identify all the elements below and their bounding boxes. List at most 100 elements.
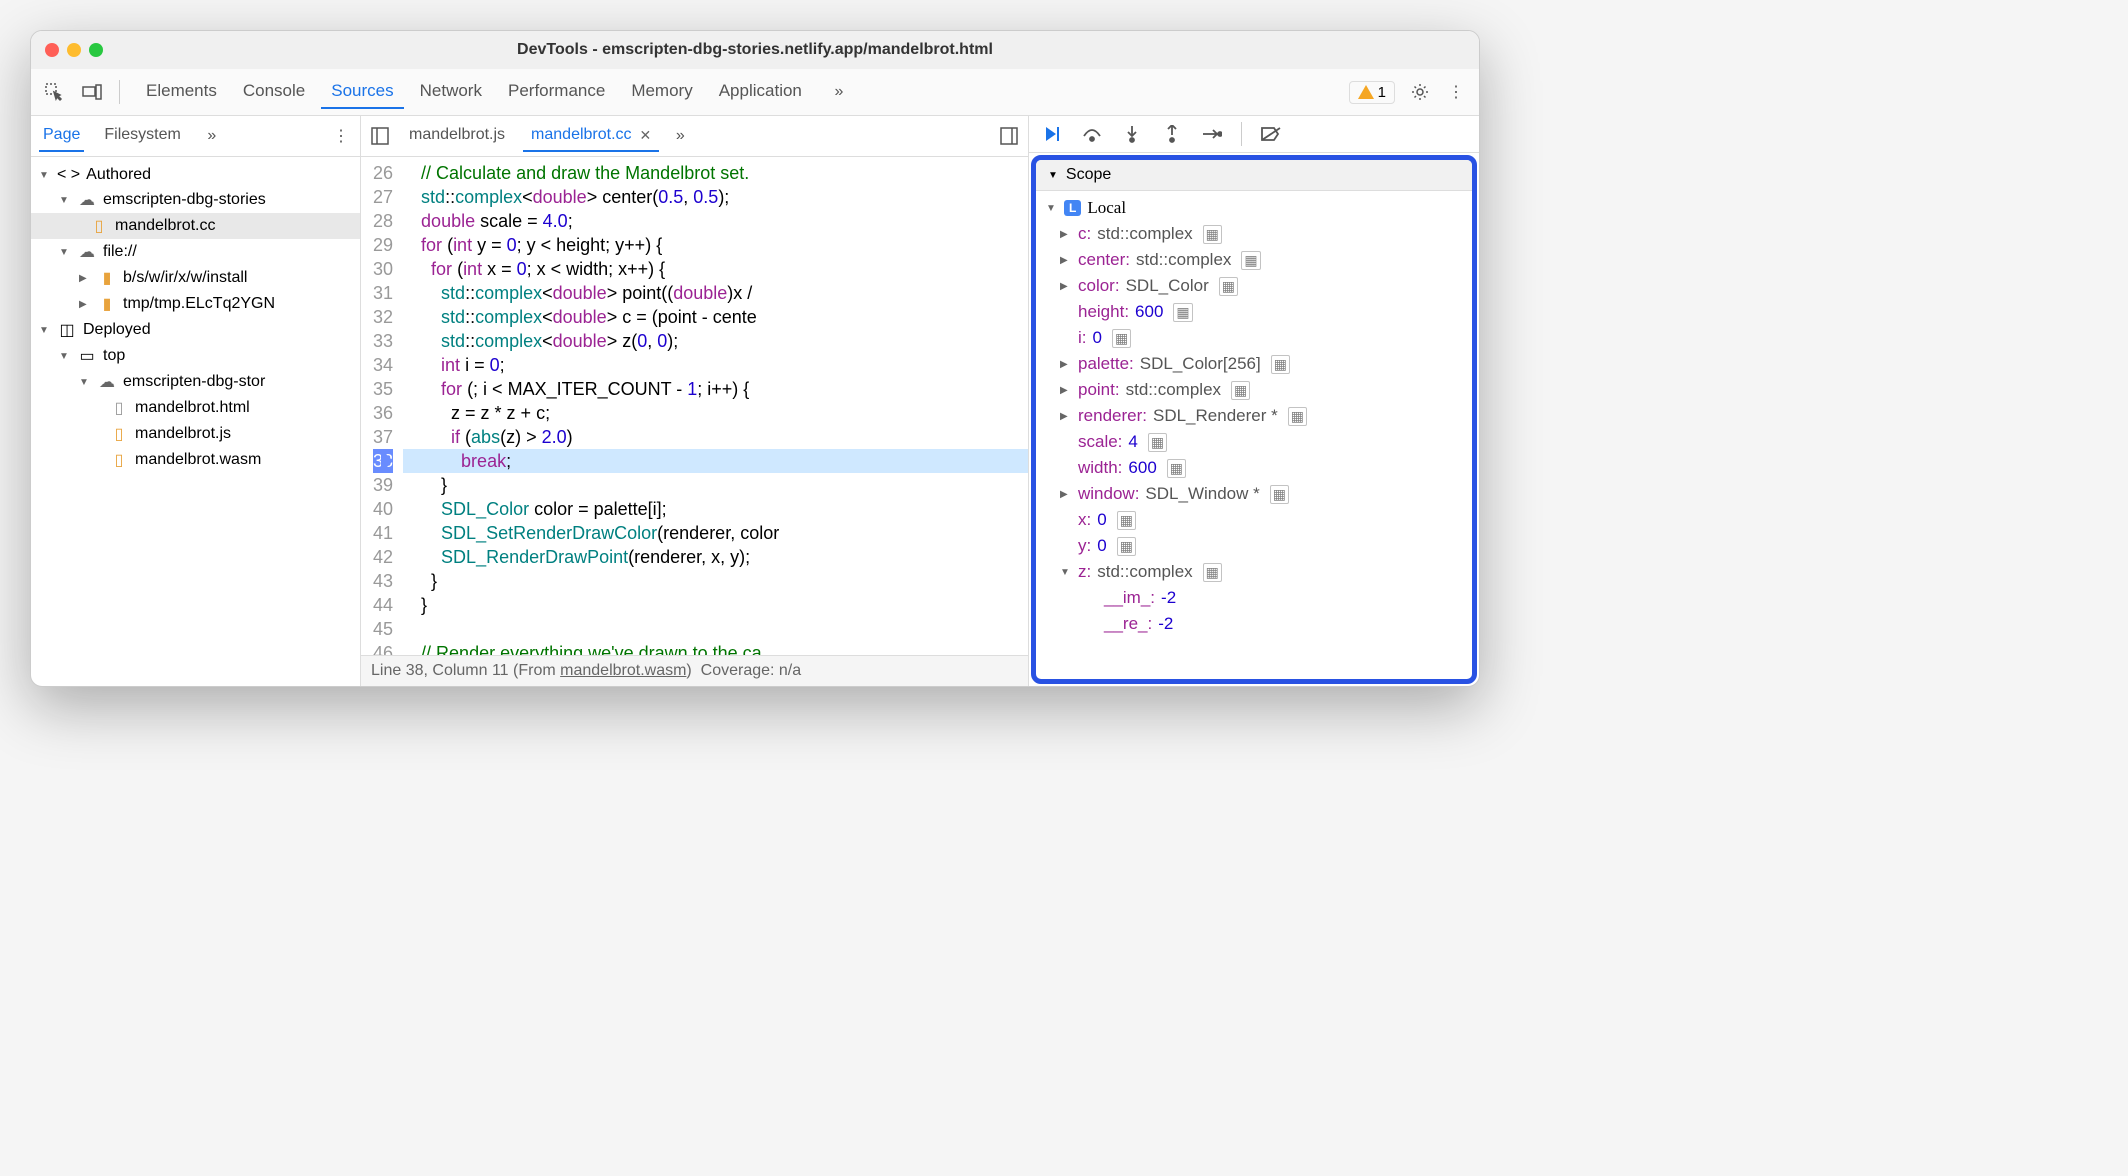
file-tree: ▼< >Authored ▼emscripten-dbg-stories ▯ma… [31, 157, 360, 479]
inspect-icon[interactable] [43, 81, 65, 103]
file-tabs: mandelbrot.js mandelbrot.cc✕ » [361, 116, 1028, 157]
file-mandelbrot-cc[interactable]: ▯mandelbrot.cc [31, 213, 360, 239]
source-map-link[interactable]: mandelbrot.wasm [560, 662, 686, 679]
sidebar-tabs: Page Filesystem » ⋮ [31, 116, 360, 157]
sidebar-kebab-icon[interactable]: ⋮ [330, 125, 352, 147]
sources-sidebar: Page Filesystem » ⋮ ▼< >Authored ▼emscri… [31, 116, 361, 686]
panel-tab-network[interactable]: Network [410, 75, 492, 109]
deployed-group[interactable]: ▼◫Deployed [31, 317, 360, 343]
authored-group[interactable]: ▼< >Authored [31, 163, 360, 187]
memory-icon[interactable]: ▦ [1148, 433, 1167, 452]
scope-var-height[interactable]: height: 600▦ [1036, 299, 1472, 325]
memory-icon[interactable]: ▦ [1112, 329, 1131, 348]
panel-tab-console[interactable]: Console [233, 75, 315, 109]
file-tab-mandelbrot-cc[interactable]: mandelbrot.cc✕ [523, 120, 659, 152]
close-window-button[interactable] [45, 43, 59, 57]
memory-icon[interactable]: ▦ [1270, 485, 1289, 504]
panel-tab-elements[interactable]: Elements [136, 75, 227, 109]
toggle-navigator-icon[interactable] [369, 125, 391, 147]
toggle-debugger-icon[interactable] [998, 125, 1020, 147]
filesystem-tab[interactable]: Filesystem [100, 120, 184, 152]
scope-var-z-__im_[interactable]: __im_: -2 [1036, 585, 1472, 611]
site-deployed[interactable]: ▼emscripten-dbg-stor [31, 369, 360, 395]
more-file-tabs-icon[interactable]: » [669, 125, 691, 147]
step-into-icon[interactable] [1121, 123, 1143, 145]
code-area[interactable]: // Calculate and draw the Mandelbrot set… [403, 157, 1028, 655]
editor-statusbar: Line 38, Column 11 (From mandelbrot.wasm… [361, 655, 1028, 686]
scope-var-scale[interactable]: scale: 4▦ [1036, 429, 1472, 455]
fileurl-node[interactable]: ▼file:// [31, 239, 360, 265]
scope-var-color[interactable]: ▶color: SDL_Color▦ [1036, 273, 1472, 299]
code-editor[interactable]: 2627282930313233343536373839404142434445… [361, 157, 1028, 655]
devtools-window: DevTools - emscripten-dbg-stories.netlif… [30, 30, 1480, 687]
scope-var-palette[interactable]: ▶palette: SDL_Color[256]▦ [1036, 351, 1472, 377]
file-mandelbrot-wasm[interactable]: ▯mandelbrot.wasm [31, 447, 360, 473]
memory-icon[interactable]: ▦ [1167, 459, 1186, 478]
maximize-window-button[interactable] [89, 43, 103, 57]
file-tab-mandelbrot-js[interactable]: mandelbrot.js [401, 120, 513, 152]
memory-icon[interactable]: ▦ [1203, 225, 1222, 244]
top-frame[interactable]: ▼▭top [31, 343, 360, 369]
step-icon[interactable] [1201, 123, 1223, 145]
folder-bsw[interactable]: ▶▮b/s/w/ir/x/w/install [31, 265, 360, 291]
scope-var-z-__re_[interactable]: __re_: -2 [1036, 611, 1472, 637]
scope-var-width[interactable]: width: 600▦ [1036, 455, 1472, 481]
step-out-icon[interactable] [1161, 123, 1183, 145]
memory-icon[interactable]: ▦ [1203, 563, 1222, 582]
panel-tab-sources[interactable]: Sources [321, 75, 403, 109]
top-toolbar: ElementsConsoleSourcesNetworkPerformance… [31, 69, 1479, 116]
main-content: Page Filesystem » ⋮ ▼< >Authored ▼emscri… [31, 116, 1479, 686]
more-tabs-icon[interactable]: » [828, 81, 850, 103]
memory-icon[interactable]: ▦ [1173, 303, 1192, 322]
scope-var-x[interactable]: x: 0▦ [1036, 507, 1472, 533]
more-sidebar-tabs-icon[interactable]: » [201, 125, 223, 147]
traffic-lights [45, 43, 103, 57]
kebab-menu-icon[interactable]: ⋮ [1445, 81, 1467, 103]
site-node[interactable]: ▼emscripten-dbg-stories [31, 187, 360, 213]
file-mandelbrot-html[interactable]: ▯mandelbrot.html [31, 395, 360, 421]
line-gutter: 2627282930313233343536373839404142434445… [361, 157, 403, 655]
cursor-position: Line 38, Column 11 [371, 662, 509, 679]
warnings-count: 1 [1378, 84, 1386, 101]
separator [119, 80, 120, 104]
scope-var-renderer[interactable]: ▶renderer: SDL_Renderer *▦ [1036, 403, 1472, 429]
scope-highlight: ▼Scope ▼LLocal ▶c: std::complex▦▶center:… [1031, 155, 1477, 684]
page-tab[interactable]: Page [39, 120, 84, 152]
scope-var-i[interactable]: i: 0▦ [1036, 325, 1472, 351]
scope-var-window[interactable]: ▶window: SDL_Window *▦ [1036, 481, 1472, 507]
memory-icon[interactable]: ▦ [1117, 511, 1136, 530]
memory-icon[interactable]: ▦ [1231, 381, 1250, 400]
resume-icon[interactable] [1041, 123, 1063, 145]
separator [1241, 122, 1242, 146]
memory-icon[interactable]: ▦ [1271, 355, 1290, 374]
scope-local[interactable]: ▼LLocal [1036, 195, 1472, 221]
debugger-toolbar [1029, 116, 1479, 153]
folder-tmp[interactable]: ▶▮tmp/tmp.ELcTq2YGN [31, 291, 360, 317]
scope-var-c[interactable]: ▶c: std::complex▦ [1036, 221, 1472, 247]
deactivate-breakpoints-icon[interactable] [1260, 123, 1282, 145]
close-tab-icon[interactable]: ✕ [640, 127, 652, 144]
memory-icon[interactable]: ▦ [1241, 251, 1260, 270]
panel-tab-memory[interactable]: Memory [621, 75, 702, 109]
warnings-badge[interactable]: 1 [1349, 81, 1395, 104]
scope-var-center[interactable]: ▶center: std::complex▦ [1036, 247, 1472, 273]
titlebar: DevTools - emscripten-dbg-stories.netlif… [31, 31, 1479, 69]
panel-tab-application[interactable]: Application [709, 75, 812, 109]
scope-var-y[interactable]: y: 0▦ [1036, 533, 1472, 559]
memory-icon[interactable]: ▦ [1288, 407, 1307, 426]
scope-body: ▼LLocal ▶c: std::complex▦▶center: std::c… [1036, 191, 1472, 679]
settings-gear-icon[interactable] [1409, 81, 1431, 103]
file-mandelbrot-js[interactable]: ▯mandelbrot.js [31, 421, 360, 447]
device-toolbar-icon[interactable] [81, 81, 103, 103]
panel-tab-performance[interactable]: Performance [498, 75, 615, 109]
scope-var-point[interactable]: ▶point: std::complex▦ [1036, 377, 1472, 403]
minimize-window-button[interactable] [67, 43, 81, 57]
coverage-label: Coverage: n/a [701, 662, 802, 679]
memory-icon[interactable]: ▦ [1219, 277, 1238, 296]
scope-var-z[interactable]: ▼z: std::complex▦ [1036, 559, 1472, 585]
scope-section-header[interactable]: ▼Scope [1036, 160, 1472, 191]
window-title: DevTools - emscripten-dbg-stories.netlif… [45, 41, 1465, 59]
editor-panel: mandelbrot.js mandelbrot.cc✕ » 262728293… [361, 116, 1029, 686]
step-over-icon[interactable] [1081, 123, 1103, 145]
memory-icon[interactable]: ▦ [1117, 537, 1136, 556]
